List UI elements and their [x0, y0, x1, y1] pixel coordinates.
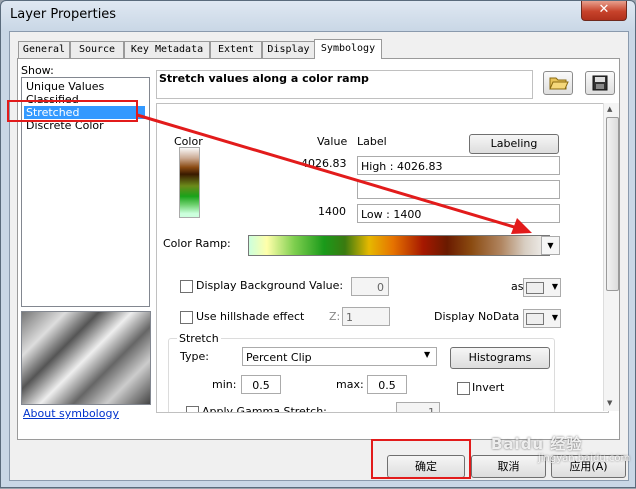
- annotation-arrow-icon: [136, 113, 532, 234]
- watermark-logo: Baidu 经验: [491, 435, 583, 453]
- layer-properties-window: Layer Properties ✕ General Source Key Me…: [0, 0, 636, 488]
- watermark-url: jingyan.baidu.com: [538, 453, 631, 464]
- tab-symbology[interactable]: Symbology: [314, 39, 382, 59]
